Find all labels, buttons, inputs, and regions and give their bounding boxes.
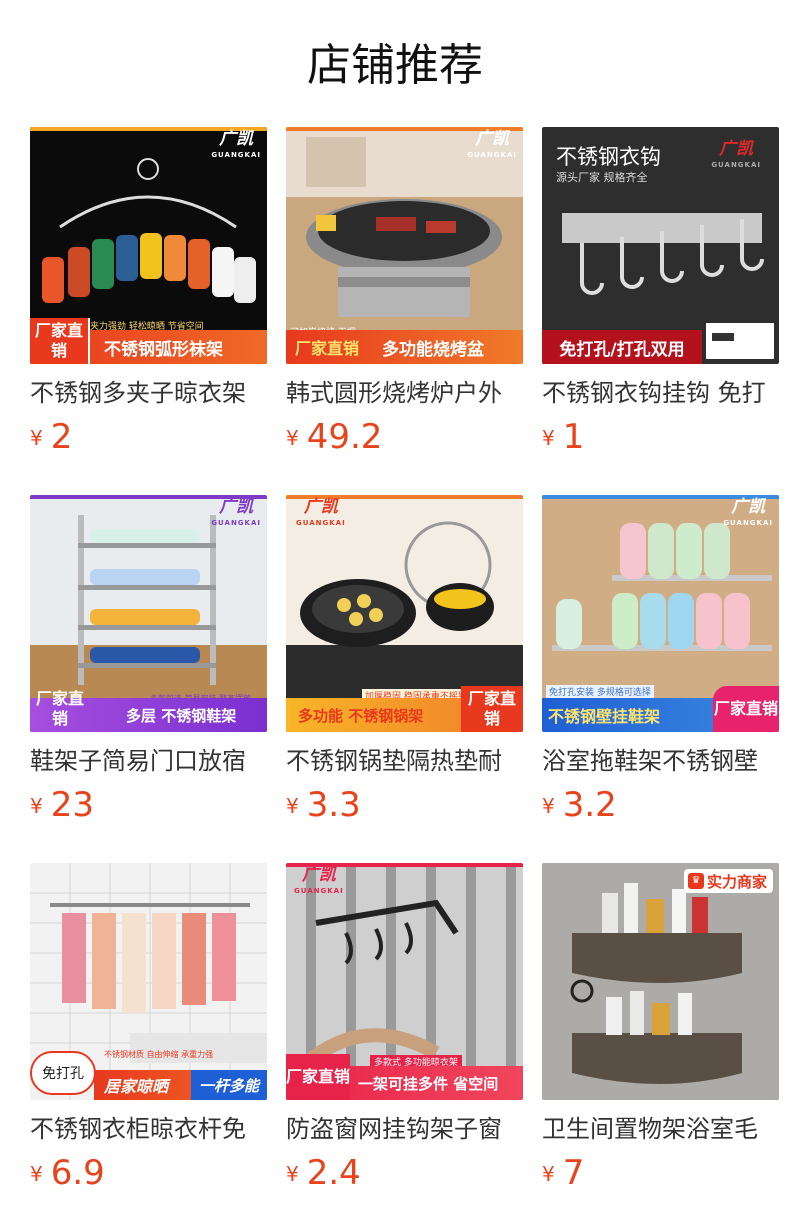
image-banner-text: 多功能 不锈钢锅架 (298, 706, 424, 725)
product-price: ¥2.4 (286, 1151, 361, 1195)
currency-symbol: ¥ (542, 1162, 555, 1186)
image-banner-text: 一架可挂多件 省空间 (358, 1074, 499, 1093)
image-banner: 居家晾晒 一杆多能 (94, 1070, 267, 1100)
product-name[interactable]: 不锈钢锅垫隔热垫耐 (286, 745, 523, 777)
image-badge: 厂家直销 (461, 686, 523, 732)
product-price: ¥49.2 (286, 415, 382, 459)
image-badge: 厂家直销 (35, 689, 84, 728)
currency-symbol: ¥ (286, 1162, 299, 1186)
image-banner-text: 免打孔/打孔双用 (559, 339, 685, 360)
currency-symbol: ¥ (542, 794, 555, 818)
brand-logo: 广凯 GUANGKAI (723, 497, 773, 528)
product-image[interactable]: 广凯GUANGKAI 可加炭烧烤 无烟 厂家直销 多功能烧烤盆 (286, 127, 523, 364)
price-value: 3.2 (562, 785, 617, 825)
brand-logo: 广凯 GUANGKAI (294, 865, 344, 896)
product-name[interactable]: 浴室拖鞋架不锈钢壁 (542, 745, 779, 777)
brand-logo: 广凯 GUANGKAI (211, 129, 261, 160)
page-title: 店铺推荐 (307, 40, 483, 91)
product-image[interactable]: ♛ 实力商家 (542, 863, 779, 1100)
image-subbanner: 免打孔安装 多规格可选择 (546, 685, 654, 698)
currency-symbol: ¥ (30, 794, 43, 818)
product-image[interactable]: 广凯 GUANGKAI 多款式 多功能晾衣架 厂家直销 一架可挂多件 省空间 (286, 863, 523, 1100)
image-badge: 厂家直销 (713, 686, 779, 732)
brand-logo: 广凯 GUANGKAI (296, 497, 346, 528)
currency-symbol: ¥ (286, 426, 299, 450)
price-value: 1 (562, 417, 585, 457)
currency-symbol: ¥ (30, 426, 43, 450)
brand-logo: 广凯 GUANGKAI (467, 129, 517, 160)
image-subbanner: 不锈钢材质 自由伸缩 承重力强 (104, 1050, 214, 1059)
price-value: 2.4 (306, 1153, 361, 1193)
product-name[interactable]: 不锈钢衣钩挂钩 免打 (542, 377, 779, 409)
product-price: ¥3.2 (542, 783, 617, 827)
product-price: ¥2 (30, 415, 72, 459)
product-image[interactable]: 广凯 GUANGKAI 夹力强劲 轻松晾晒 节省空间 厂家直销 不锈钢弧形袜架 (30, 127, 267, 364)
image-banner: 多功能 不锈钢锅架 厂家直销 (286, 686, 523, 732)
image-banner: 免打孔/打孔双用 (542, 330, 702, 364)
product-image[interactable]: 不锈钢材质 自由伸缩 承重力强 免打孔 居家晾晒 一杆多能 (30, 863, 267, 1100)
crown-icon: ♛ (687, 873, 704, 889)
brand-logo: 广凯 GUANGKAI (211, 497, 261, 528)
price-value: 6.9 (50, 1153, 105, 1193)
currency-symbol: ¥ (542, 426, 555, 450)
product-price: ¥6.9 (30, 1151, 105, 1195)
image-banner: 厂家直销 一架可挂多件 省空间 (286, 1054, 523, 1100)
image-badge: 厂家直销 (294, 339, 359, 358)
image-banner-text: 多层 不锈钢鞋架 (126, 706, 237, 725)
product-name[interactable]: 鞋架子简易门口放宿 (30, 745, 267, 777)
brand-logo: 广凯 GUANGKAI (711, 139, 761, 170)
image-banner-secondary: 一杆多能 (190, 1070, 267, 1100)
image-banner-text: 不锈钢弧形袜架 (104, 339, 223, 360)
price-value: 3.3 (306, 785, 361, 825)
image-banner-text: 不锈钢壁挂鞋架 (548, 707, 661, 726)
image-banner: 厂家直销 不锈钢弧形袜架 (30, 318, 267, 364)
price-value: 2 (50, 417, 73, 457)
image-banner: 厂家直销 多层 不锈钢鞋架 (30, 689, 267, 732)
product-price: ¥3.3 (286, 783, 361, 827)
product-price: ¥7 (542, 1151, 584, 1195)
image-badge: 厂家直销 (30, 318, 90, 364)
product-price: ¥23 (30, 783, 94, 827)
image-banner-text: 居家晾晒 (104, 1077, 169, 1096)
image-tagline: 源头厂家 规格齐全 (556, 171, 648, 184)
image-badge: 免打孔 (30, 1051, 96, 1095)
product-price: ¥1 (542, 415, 584, 459)
product-name[interactable]: 不锈钢多夹子晾衣架 (30, 377, 267, 409)
image-badge: 厂家直销 (286, 1054, 350, 1100)
price-value: 23 (50, 785, 94, 825)
image-banner: 厂家直销 多功能烧烤盆 (286, 330, 523, 364)
price-value: 7 (562, 1153, 585, 1193)
product-name[interactable]: 不锈钢衣柜晾衣杆免 (30, 1113, 267, 1145)
image-headline: 不锈钢衣钩 (556, 145, 661, 169)
product-image[interactable]: 广凯 GUANGKAI 免打孔安装 多规格可选择 不锈钢壁挂鞋架 厂家直销 (542, 495, 779, 732)
product-image[interactable]: 不锈钢衣钩 源头厂家 规格齐全 广凯 GUANGKAI 免打孔/打孔双用 (542, 127, 779, 364)
product-name[interactable]: 防盗窗网挂钩架子窗 (286, 1113, 523, 1145)
image-banner: 不锈钢壁挂鞋架 厂家直销 (542, 686, 779, 732)
currency-symbol: ¥ (30, 1162, 43, 1186)
product-name[interactable]: 卫生间置物架浴室毛 (542, 1113, 779, 1145)
product-name[interactable]: 韩式圆形烧烤炉户外 (286, 377, 523, 409)
price-value: 49.2 (306, 417, 383, 457)
image-banner-text: 多功能烧烤盆 (382, 339, 484, 360)
currency-symbol: ¥ (286, 794, 299, 818)
product-image[interactable]: 广凯 GUANGKAI 加厚稳固 稳固承重不摇晃 多功能 不锈钢锅架 厂家直销 (286, 495, 523, 732)
product-image[interactable]: 广凯GUANGKAI 多款可选 简易安装 整齐摆放 厂家直销 多层 不锈钢鞋架 (30, 495, 267, 732)
seal-badge: ♛ 实力商家 (683, 869, 773, 893)
